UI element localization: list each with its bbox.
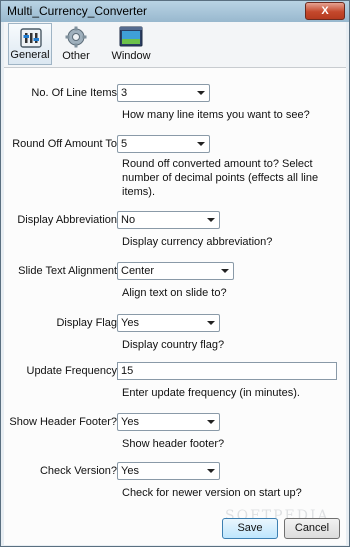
round-off-hint-line-2: number of decimal points (effects all li… [122,172,319,184]
show-header-footer-value: Yes [121,416,139,428]
cancel-button[interactable]: Cancel [284,518,340,539]
gear-icon [65,26,87,48]
display-flag-select[interactable]: Yes [117,314,220,332]
line-items-select[interactable]: 3 [117,84,210,102]
show-header-footer-hint: Show header footer? [122,438,225,450]
display-flag-label: Display Flag [56,317,117,329]
settings-form: No. Of Line Items 3 How many line items … [4,68,346,545]
settings-window: Multi_Currency_Converter X General Other… [0,0,350,547]
settings-toolbar: General Other Window [4,22,346,68]
save-button[interactable]: Save [222,518,278,539]
update-frequency-label: Update Frequency [26,365,118,377]
display-flag-value: Yes [121,317,139,329]
dropdown-arrow-icon [197,91,205,95]
close-button[interactable]: X [305,2,345,20]
display-flag-hint: Display country flag? [122,339,225,351]
slide-text-alignment-value: Center [121,265,155,277]
tab-other-label: Other [62,50,90,62]
display-abbreviation-value: No [121,214,136,226]
show-header-footer-label: Show Header Footer? [9,416,117,428]
slide-text-alignment-label: Slide Text Alignment [18,265,117,277]
dropdown-arrow-icon [207,469,215,473]
general-settings-icon [20,28,42,48]
check-version-value: Yes [121,465,139,477]
display-abbreviation-hint: Display currency abbreviation? [122,236,273,248]
dropdown-arrow-icon [221,269,229,273]
line-items-value: 3 [121,87,128,99]
title-bar: Multi_Currency_Converter X [1,1,349,22]
check-version-hint: Check for newer version on start up? [122,487,302,499]
slide-text-alignment-select[interactable]: Center [117,262,234,280]
round-off-hint-line-1: Round off converted amount to? Select [122,158,313,170]
display-abbreviation-select[interactable]: No [117,211,220,229]
round-off-value: 5 [121,138,128,150]
show-header-footer-select[interactable]: Yes [117,413,220,431]
line-items-label: No. Of Line Items [31,87,117,99]
round-off-hint-line-3: items). [122,186,155,198]
display-abbreviation-label: Display Abbreviation [17,214,117,226]
tab-window-label: Window [111,50,151,62]
dropdown-arrow-icon [207,420,215,424]
round-off-select[interactable]: 5 [117,135,210,153]
window-title: Multi_Currency_Converter [7,4,148,18]
slide-text-alignment-hint: Align text on slide to? [122,287,227,299]
line-items-hint: How many line items you want to see? [122,109,310,121]
tab-other[interactable]: Other [56,23,96,65]
tab-general-label: General [10,49,50,61]
update-frequency-hint: Enter update frequency (in minutes). [122,387,300,399]
check-version-label: Check Version? [39,465,117,477]
window-icon [119,26,143,47]
check-version-select[interactable]: Yes [117,462,220,480]
tab-window[interactable]: Window [108,23,154,65]
dropdown-arrow-icon [207,321,215,325]
round-off-label: Round Off Amount To [12,138,117,150]
dropdown-arrow-icon [207,218,215,222]
update-frequency-input[interactable]: 15 [117,362,337,380]
tab-general[interactable]: General [8,23,52,65]
dropdown-arrow-icon [197,142,205,146]
